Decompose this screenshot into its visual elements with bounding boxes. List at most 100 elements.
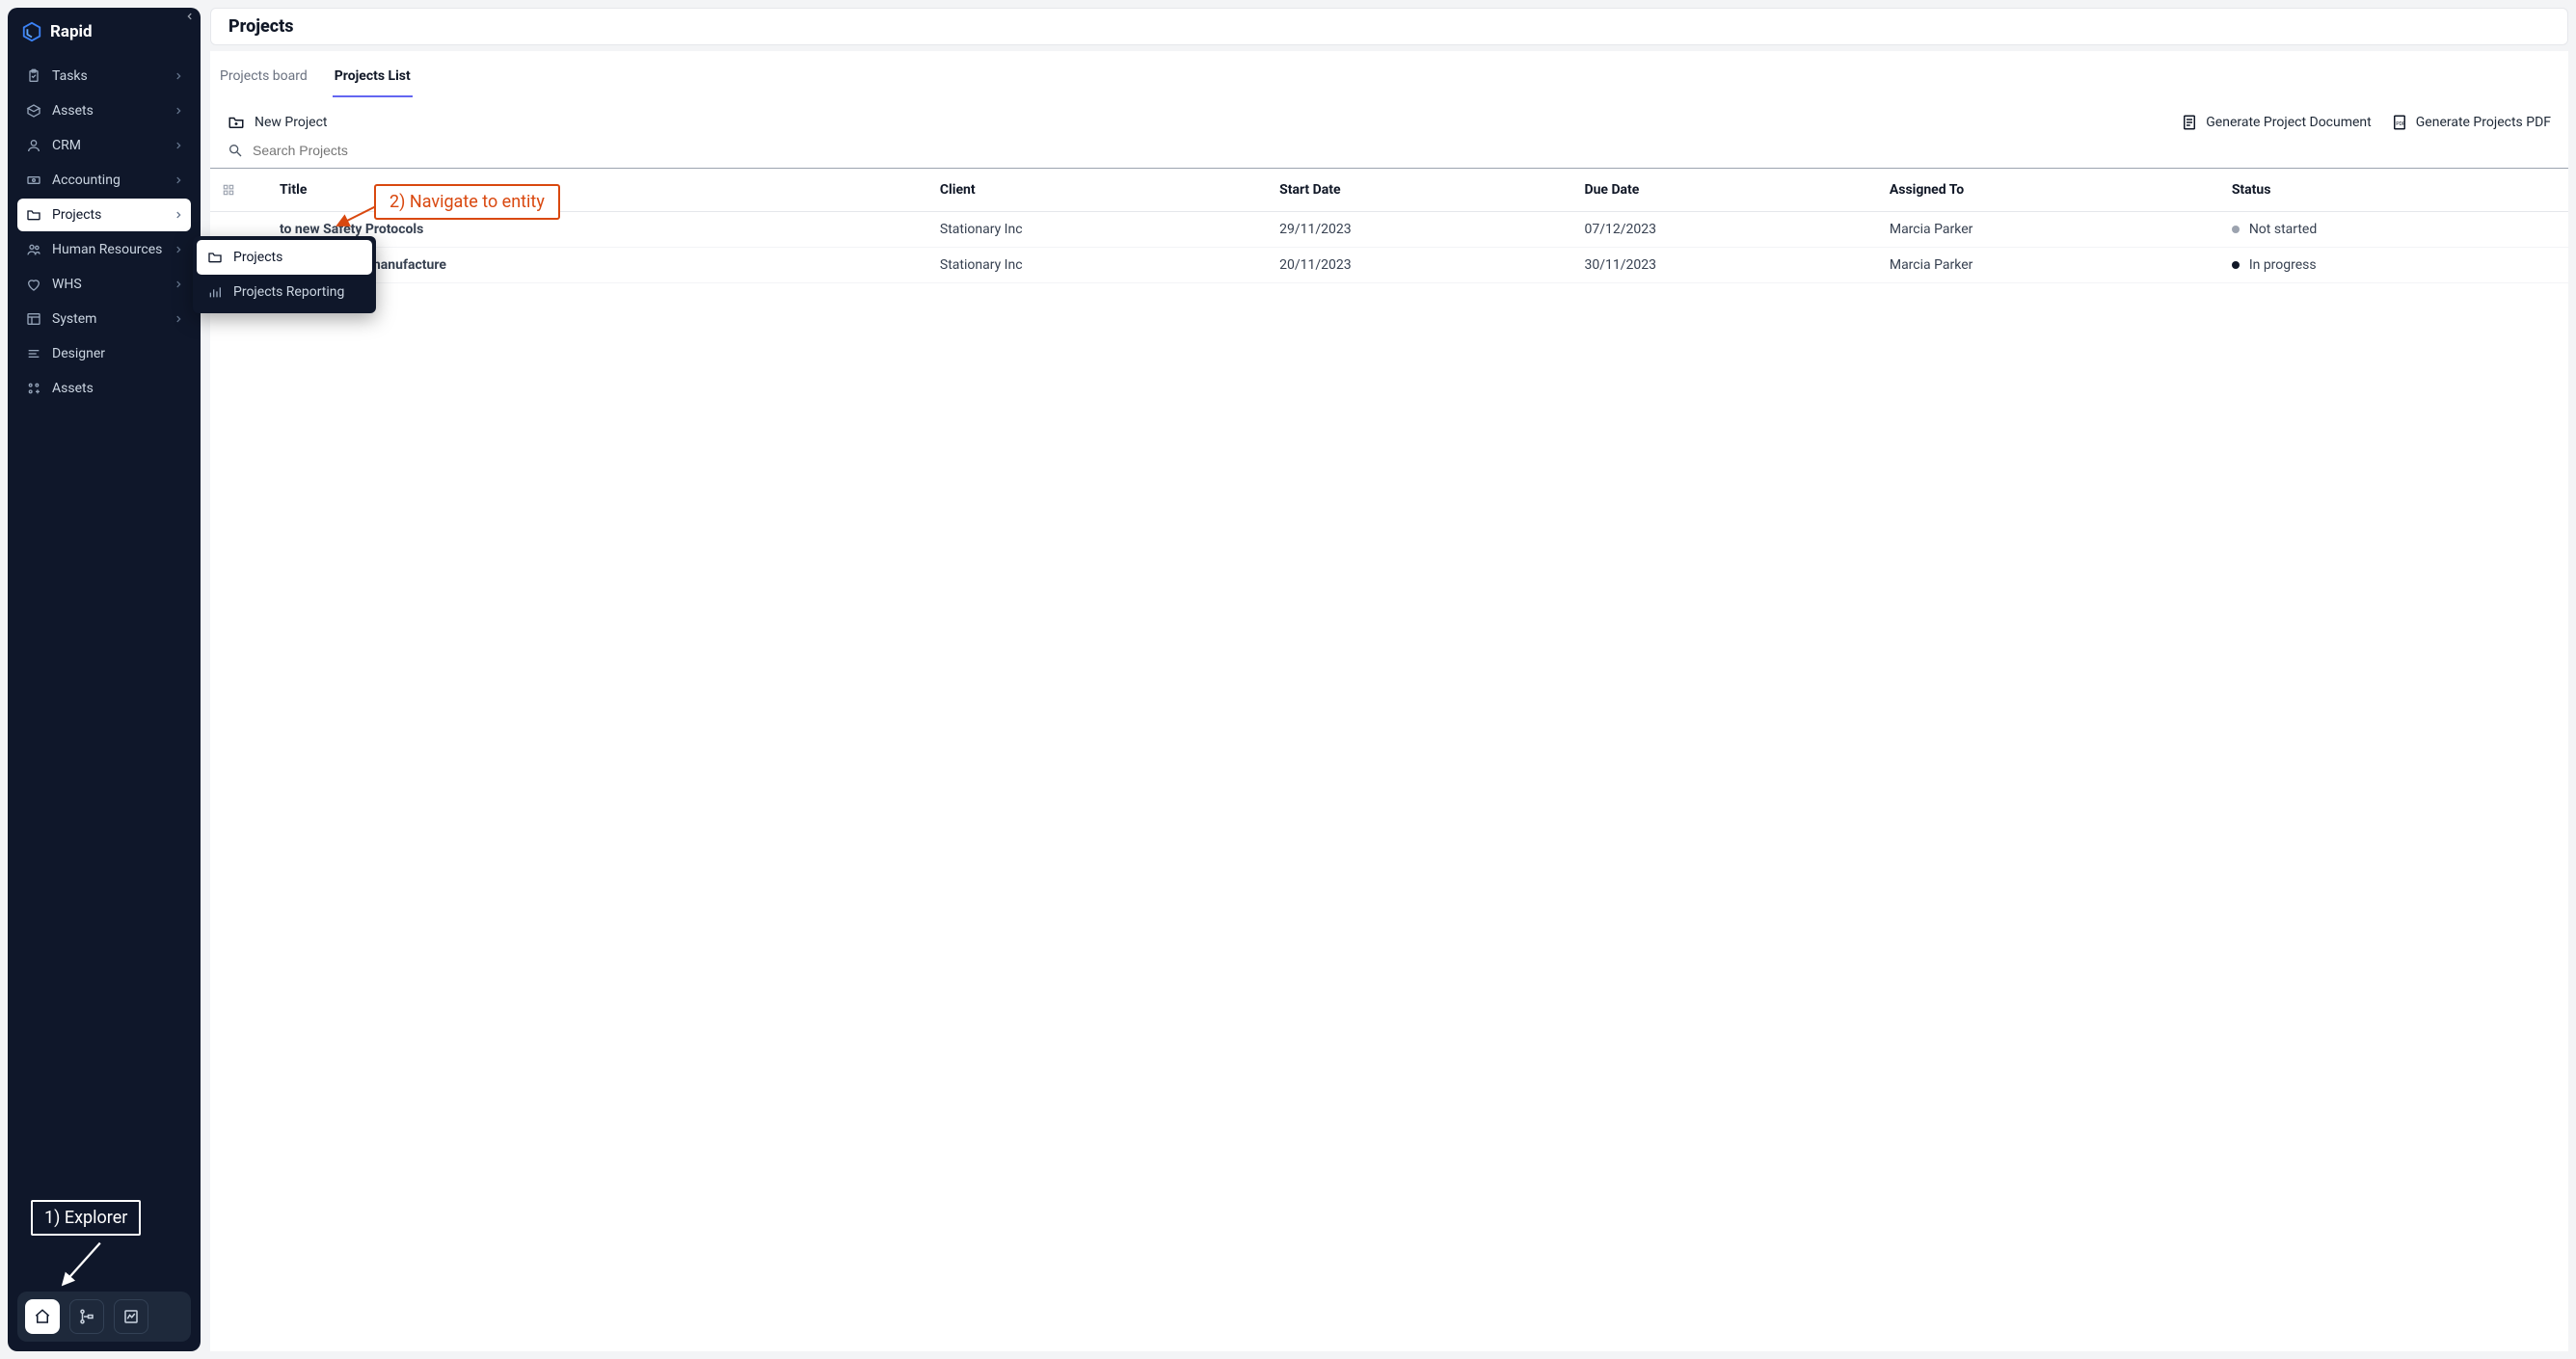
chevron-right-icon [174, 314, 183, 324]
sidebar-item-human-resources[interactable]: Human Resources [17, 233, 191, 266]
chevron-right-icon [174, 280, 183, 289]
cell-status: Not started [2220, 212, 2568, 248]
status-dot-icon [2232, 261, 2240, 269]
svg-text:PDF: PDF [2396, 121, 2405, 127]
cell-due: 30/11/2023 [1572, 248, 1877, 283]
nav-label: Projects [52, 207, 101, 223]
submenu-item-projects[interactable]: Projects [197, 240, 372, 275]
folder-plus-icon [228, 114, 245, 131]
col-status[interactable]: Status [2220, 169, 2568, 212]
chevron-right-icon [174, 106, 183, 116]
chevron-right-icon [174, 210, 183, 220]
new-project-label: New Project [255, 115, 328, 130]
chevron-right-icon [174, 175, 183, 185]
sidebar-item-crm[interactable]: CRM [17, 129, 191, 162]
sidebar-item-assets-2[interactable]: Assets [17, 372, 191, 405]
pdf-icon: PDF [2391, 114, 2408, 131]
annotation-explorer-callout: 1) Explorer [31, 1200, 141, 1236]
document-icon [2181, 114, 2198, 131]
chevron-right-icon [174, 141, 183, 150]
tabs: Projects board Projects List [210, 51, 2568, 98]
logo-icon [21, 21, 42, 42]
cell-client: Stationary Inc [928, 248, 1268, 283]
generate-project-document-button[interactable]: Generate Project Document [2181, 114, 2372, 131]
nav-label: Accounting [52, 173, 121, 188]
table-header-row: Title Client Start Date Due Date Assigne… [210, 169, 2568, 212]
nav-label: CRM [52, 138, 81, 153]
footer-dock [17, 1292, 191, 1342]
tab-projects-list[interactable]: Projects List [333, 65, 413, 97]
heart-icon [25, 276, 42, 293]
search-input[interactable] [253, 143, 2551, 158]
brand-name: Rapid [50, 22, 93, 41]
cell-assigned: Marcia Parker [1878, 212, 2220, 248]
cell-start: 29/11/2023 [1268, 212, 1572, 248]
assets-plus-icon [25, 380, 42, 397]
dock-flow-button[interactable] [69, 1299, 104, 1334]
generate-projects-pdf-button[interactable]: PDF Generate Projects PDF [2391, 114, 2551, 131]
cell-status: In progress [2220, 248, 2568, 283]
cell-client: Stationary Inc [928, 212, 1268, 248]
content: Projects board Projects List New Project [210, 51, 2568, 1351]
generate-doc-label: Generate Project Document [2206, 115, 2372, 130]
sidebar-item-assets[interactable]: Assets [17, 94, 191, 127]
col-assigned-to[interactable]: Assigned To [1878, 169, 2220, 212]
chevron-right-icon [174, 71, 183, 81]
generate-pdf-label: Generate Projects PDF [2416, 115, 2551, 130]
nav-label: Human Resources [52, 242, 162, 257]
col-due-date[interactable]: Due Date [1572, 169, 1877, 212]
person-icon [25, 137, 42, 154]
dock-explorer-button[interactable] [25, 1299, 60, 1334]
cell-start: 20/11/2023 [1268, 248, 1572, 283]
layout-icon [25, 310, 42, 328]
sidebar-item-tasks[interactable]: Tasks [17, 60, 191, 93]
folder-icon [206, 249, 224, 266]
col-title[interactable]: Title [268, 169, 928, 212]
cell-due: 07/12/2023 [1572, 212, 1877, 248]
lines-icon [25, 345, 42, 362]
table-row[interactable]: omated pencil manufacture Stationary Inc… [210, 248, 2568, 283]
sidebar-item-whs[interactable]: WHS [17, 268, 191, 301]
sidebar-nav: Tasks Assets CRM Acc [8, 60, 201, 405]
main: Projects Projects board Projects List Ne… [210, 8, 2568, 1351]
cash-icon [25, 172, 42, 189]
chevron-right-icon [174, 245, 183, 254]
nav-label: Tasks [52, 68, 88, 84]
dock-monitor-button[interactable] [114, 1299, 148, 1334]
nav-label: Assets [52, 103, 94, 119]
new-project-button[interactable]: New Project [228, 114, 328, 131]
folder-icon [25, 206, 42, 224]
nav-label: Designer [52, 346, 105, 361]
cell-assigned: Marcia Parker [1878, 248, 2220, 283]
status-dot-icon [2232, 226, 2240, 233]
toolbar: New Project Generate Project Document PD… [210, 98, 2568, 137]
nav-label: Assets [52, 381, 94, 396]
col-start-date[interactable]: Start Date [1268, 169, 1572, 212]
sidebar-item-system[interactable]: System [17, 303, 191, 335]
sidebar-brand-row: Rapid [8, 8, 201, 60]
sidebar-collapse-button[interactable] [185, 12, 195, 21]
submenu-item-projects-reporting[interactable]: Projects Reporting [197, 275, 372, 309]
sidebar-item-designer[interactable]: Designer [17, 337, 191, 370]
nav-label: System [52, 311, 96, 327]
sidebar-footer [8, 1282, 201, 1351]
submenu-label: Projects [233, 250, 282, 265]
projects-table: Title Client Start Date Due Date Assigne… [210, 169, 2568, 283]
clipboard-icon [25, 67, 42, 85]
nav-label: WHS [52, 277, 82, 292]
page-header: Projects [210, 8, 2568, 45]
col-selector[interactable] [210, 169, 268, 212]
bar-chart-icon [206, 283, 224, 301]
col-client[interactable]: Client [928, 169, 1268, 212]
projects-submenu: Projects Projects Reporting [193, 236, 376, 313]
sidebar-item-projects[interactable]: Projects [17, 199, 191, 231]
sidebar-item-accounting[interactable]: Accounting [17, 164, 191, 197]
table-row[interactable]: to new Safety Protocols Stationary Inc 2… [210, 212, 2568, 248]
grid-icon [222, 183, 256, 197]
search-row [210, 137, 2568, 169]
annotation-navigate-callout: 2) Navigate to entity [374, 184, 560, 220]
page-title: Projects [228, 16, 2550, 37]
box-icon [25, 102, 42, 120]
people-icon [25, 241, 42, 258]
tab-projects-board[interactable]: Projects board [218, 65, 309, 97]
